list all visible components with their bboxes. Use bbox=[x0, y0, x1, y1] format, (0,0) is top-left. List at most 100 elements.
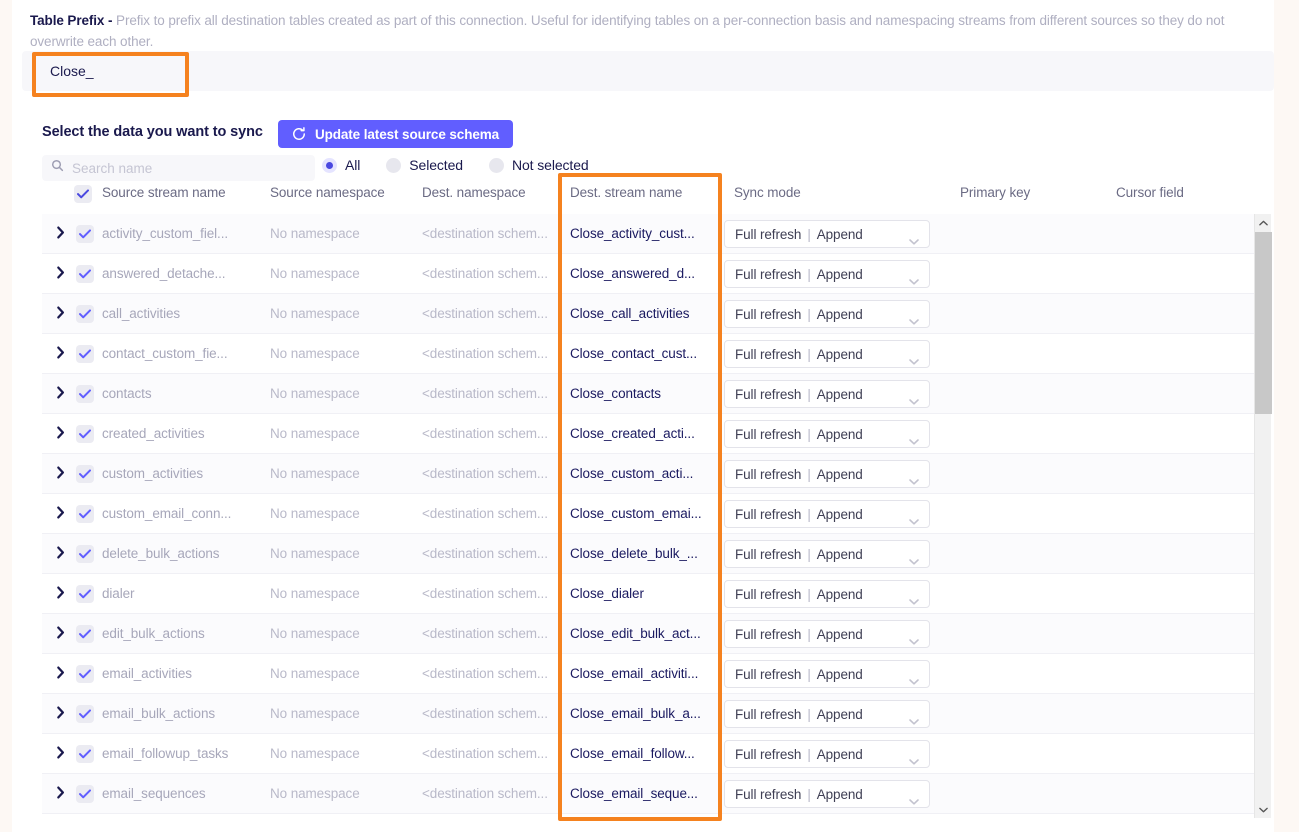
table-prefix-input-container[interactable] bbox=[22, 51, 1274, 91]
sync-mode-select[interactable]: Full refresh | Append bbox=[724, 420, 930, 448]
table-row[interactable]: contacts No namespace <destination schem..… bbox=[42, 374, 1255, 414]
sync-mode-separator: | bbox=[807, 786, 811, 802]
expand-chevron-icon[interactable] bbox=[54, 786, 68, 800]
expand-chevron-icon[interactable] bbox=[54, 586, 68, 600]
expand-chevron-icon[interactable] bbox=[54, 666, 68, 680]
row-checkbox[interactable] bbox=[76, 225, 94, 243]
cell-dest-stream-name[interactable]: Close_created_acti... bbox=[570, 414, 716, 454]
cell-dest-stream-name[interactable]: Close_dialer bbox=[570, 574, 716, 614]
header-source-namespace: Source namespace bbox=[270, 185, 385, 200]
sync-mode-select[interactable]: Full refresh | Append bbox=[724, 660, 930, 688]
filter-radio-not-selected[interactable]: Not selected bbox=[488, 157, 589, 173]
cell-dest-stream-name[interactable]: Close_email_follow... bbox=[570, 734, 716, 774]
sync-mode-select[interactable]: Full refresh | Append bbox=[724, 220, 930, 248]
row-checkbox[interactable] bbox=[76, 625, 94, 643]
update-latest-source-schema-button[interactable]: Update latest source schema bbox=[278, 120, 513, 148]
row-checkbox[interactable] bbox=[76, 665, 94, 683]
sync-mode-separator: | bbox=[807, 506, 811, 522]
row-checkbox[interactable] bbox=[76, 705, 94, 723]
sync-mode-select[interactable]: Full refresh | Append bbox=[724, 740, 930, 768]
table-scrollbar[interactable] bbox=[1254, 214, 1272, 818]
cell-dest-namespace: <destination schem... bbox=[422, 506, 548, 521]
row-checkbox[interactable] bbox=[76, 265, 94, 283]
row-checkbox[interactable] bbox=[76, 585, 94, 603]
sync-mode-select[interactable]: Full refresh | Append bbox=[724, 620, 930, 648]
sync-mode-select[interactable]: Full refresh | Append bbox=[724, 580, 930, 608]
table-row[interactable]: email_bulk_actions No namespace <destinati… bbox=[42, 694, 1255, 734]
cell-dest-stream-name[interactable]: Close_custom_emai... bbox=[570, 494, 716, 534]
expand-chevron-icon[interactable] bbox=[54, 386, 68, 400]
row-checkbox[interactable] bbox=[76, 385, 94, 403]
cell-source-namespace: No namespace bbox=[270, 666, 360, 681]
cell-dest-stream-name[interactable]: Close_email_bulk_a... bbox=[570, 694, 716, 734]
table-row[interactable]: email_activities No namespace <destination… bbox=[42, 654, 1255, 694]
cell-dest-stream-name[interactable]: Close_email_seque... bbox=[570, 774, 716, 814]
sync-mode-select[interactable]: Full refresh | Append bbox=[724, 500, 930, 528]
cell-dest-stream-name[interactable]: Close_answered_d... bbox=[570, 254, 716, 294]
row-checkbox[interactable] bbox=[76, 345, 94, 363]
cell-dest-stream-name[interactable]: Close_delete_bulk_... bbox=[570, 534, 716, 574]
cell-source-namespace: No namespace bbox=[270, 346, 360, 361]
expand-chevron-icon[interactable] bbox=[54, 426, 68, 440]
table-row[interactable]: email_followup_tasks No namespace <destina… bbox=[42, 734, 1255, 774]
expand-chevron-icon[interactable] bbox=[54, 346, 68, 360]
expand-chevron-icon[interactable] bbox=[54, 746, 68, 760]
sync-mode-select[interactable]: Full refresh | Append bbox=[724, 300, 930, 328]
table-row[interactable]: custom_activities No namespace <destinatio… bbox=[42, 454, 1255, 494]
sync-mode-select[interactable]: Full refresh | Append bbox=[724, 340, 930, 368]
scroll-down-arrow-icon[interactable] bbox=[1255, 801, 1272, 818]
sync-mode-left: Full refresh bbox=[735, 266, 802, 282]
expand-chevron-icon[interactable] bbox=[54, 306, 68, 320]
row-checkbox[interactable] bbox=[76, 745, 94, 763]
expand-chevron-icon[interactable] bbox=[54, 626, 68, 640]
cell-dest-stream-name[interactable]: Close_call_activities bbox=[570, 294, 716, 334]
table-row[interactable]: dialer No namespace <destination schem... C… bbox=[42, 574, 1255, 614]
sync-mode-select[interactable]: Full refresh | Append bbox=[724, 700, 930, 728]
expand-chevron-icon[interactable] bbox=[54, 266, 68, 280]
table-row[interactable]: edit_bulk_actions No namespace <destinatio… bbox=[42, 614, 1255, 654]
expand-chevron-icon[interactable] bbox=[54, 546, 68, 560]
expand-chevron-icon[interactable] bbox=[54, 506, 68, 520]
cell-source-stream-name: custom_email_conn... bbox=[102, 506, 232, 521]
cell-dest-stream-name[interactable]: Close_email_activiti... bbox=[570, 654, 716, 694]
filter-radio-selected[interactable]: Selected bbox=[386, 157, 463, 173]
expand-chevron-icon[interactable] bbox=[54, 706, 68, 720]
sync-mode-select[interactable]: Full refresh | Append bbox=[724, 540, 930, 568]
row-checkbox[interactable] bbox=[76, 785, 94, 803]
cell-dest-stream-name[interactable]: Close_contacts bbox=[570, 374, 716, 414]
row-checkbox[interactable] bbox=[76, 465, 94, 483]
cell-dest-namespace: <destination schem... bbox=[422, 426, 548, 441]
sync-mode-select[interactable]: Full refresh | Append bbox=[724, 260, 930, 288]
table-row[interactable]: call_activities No namespace <destination … bbox=[42, 294, 1255, 334]
row-checkbox[interactable] bbox=[76, 505, 94, 523]
sync-mode-select[interactable]: Full refresh | Append bbox=[724, 460, 930, 488]
scrollbar-thumb[interactable] bbox=[1255, 232, 1272, 414]
expand-chevron-icon[interactable] bbox=[54, 226, 68, 240]
row-checkbox[interactable] bbox=[76, 305, 94, 323]
cell-dest-stream-name[interactable]: Close_custom_acti... bbox=[570, 454, 716, 494]
cell-dest-stream-name[interactable]: Close_contact_cust... bbox=[570, 334, 716, 374]
table-row[interactable]: delete_bulk_actions No namespace <destinat… bbox=[42, 534, 1255, 574]
sync-mode-select[interactable]: Full refresh | Append bbox=[724, 780, 930, 808]
sync-mode-right: Append bbox=[816, 746, 863, 762]
cell-dest-stream-name[interactable]: Close_activity_cust... bbox=[570, 214, 716, 254]
table-prefix-input[interactable] bbox=[50, 51, 450, 91]
sync-mode-right: Append bbox=[816, 466, 863, 482]
row-checkbox[interactable] bbox=[76, 425, 94, 443]
expand-chevron-icon[interactable] bbox=[54, 466, 68, 480]
chevron-down-icon bbox=[909, 553, 919, 568]
table-row[interactable]: answered_detache... No namespace <destinat… bbox=[42, 254, 1255, 294]
filter-radio-all[interactable]: All bbox=[322, 157, 360, 173]
table-row[interactable]: email_sequences No namespace <destination … bbox=[42, 774, 1255, 814]
table-row[interactable]: contact_custom_fie... No namespace <destin… bbox=[42, 334, 1255, 374]
scroll-up-arrow-icon[interactable] bbox=[1255, 214, 1272, 231]
table-row[interactable]: activity_custom_fiel... No namespace <dest… bbox=[42, 214, 1255, 254]
row-checkbox[interactable] bbox=[76, 545, 94, 563]
sync-mode-select[interactable]: Full refresh | Append bbox=[724, 380, 930, 408]
cell-dest-stream-name[interactable]: Close_edit_bulk_act... bbox=[570, 614, 716, 654]
table-row[interactable]: created_activities No namespace <destinati… bbox=[42, 414, 1255, 454]
search-input[interactable] bbox=[64, 159, 315, 177]
table-row[interactable]: custom_email_conn... No namespace <destina… bbox=[42, 494, 1255, 534]
search-container[interactable] bbox=[42, 155, 315, 181]
select-all-checkbox[interactable] bbox=[74, 185, 92, 203]
